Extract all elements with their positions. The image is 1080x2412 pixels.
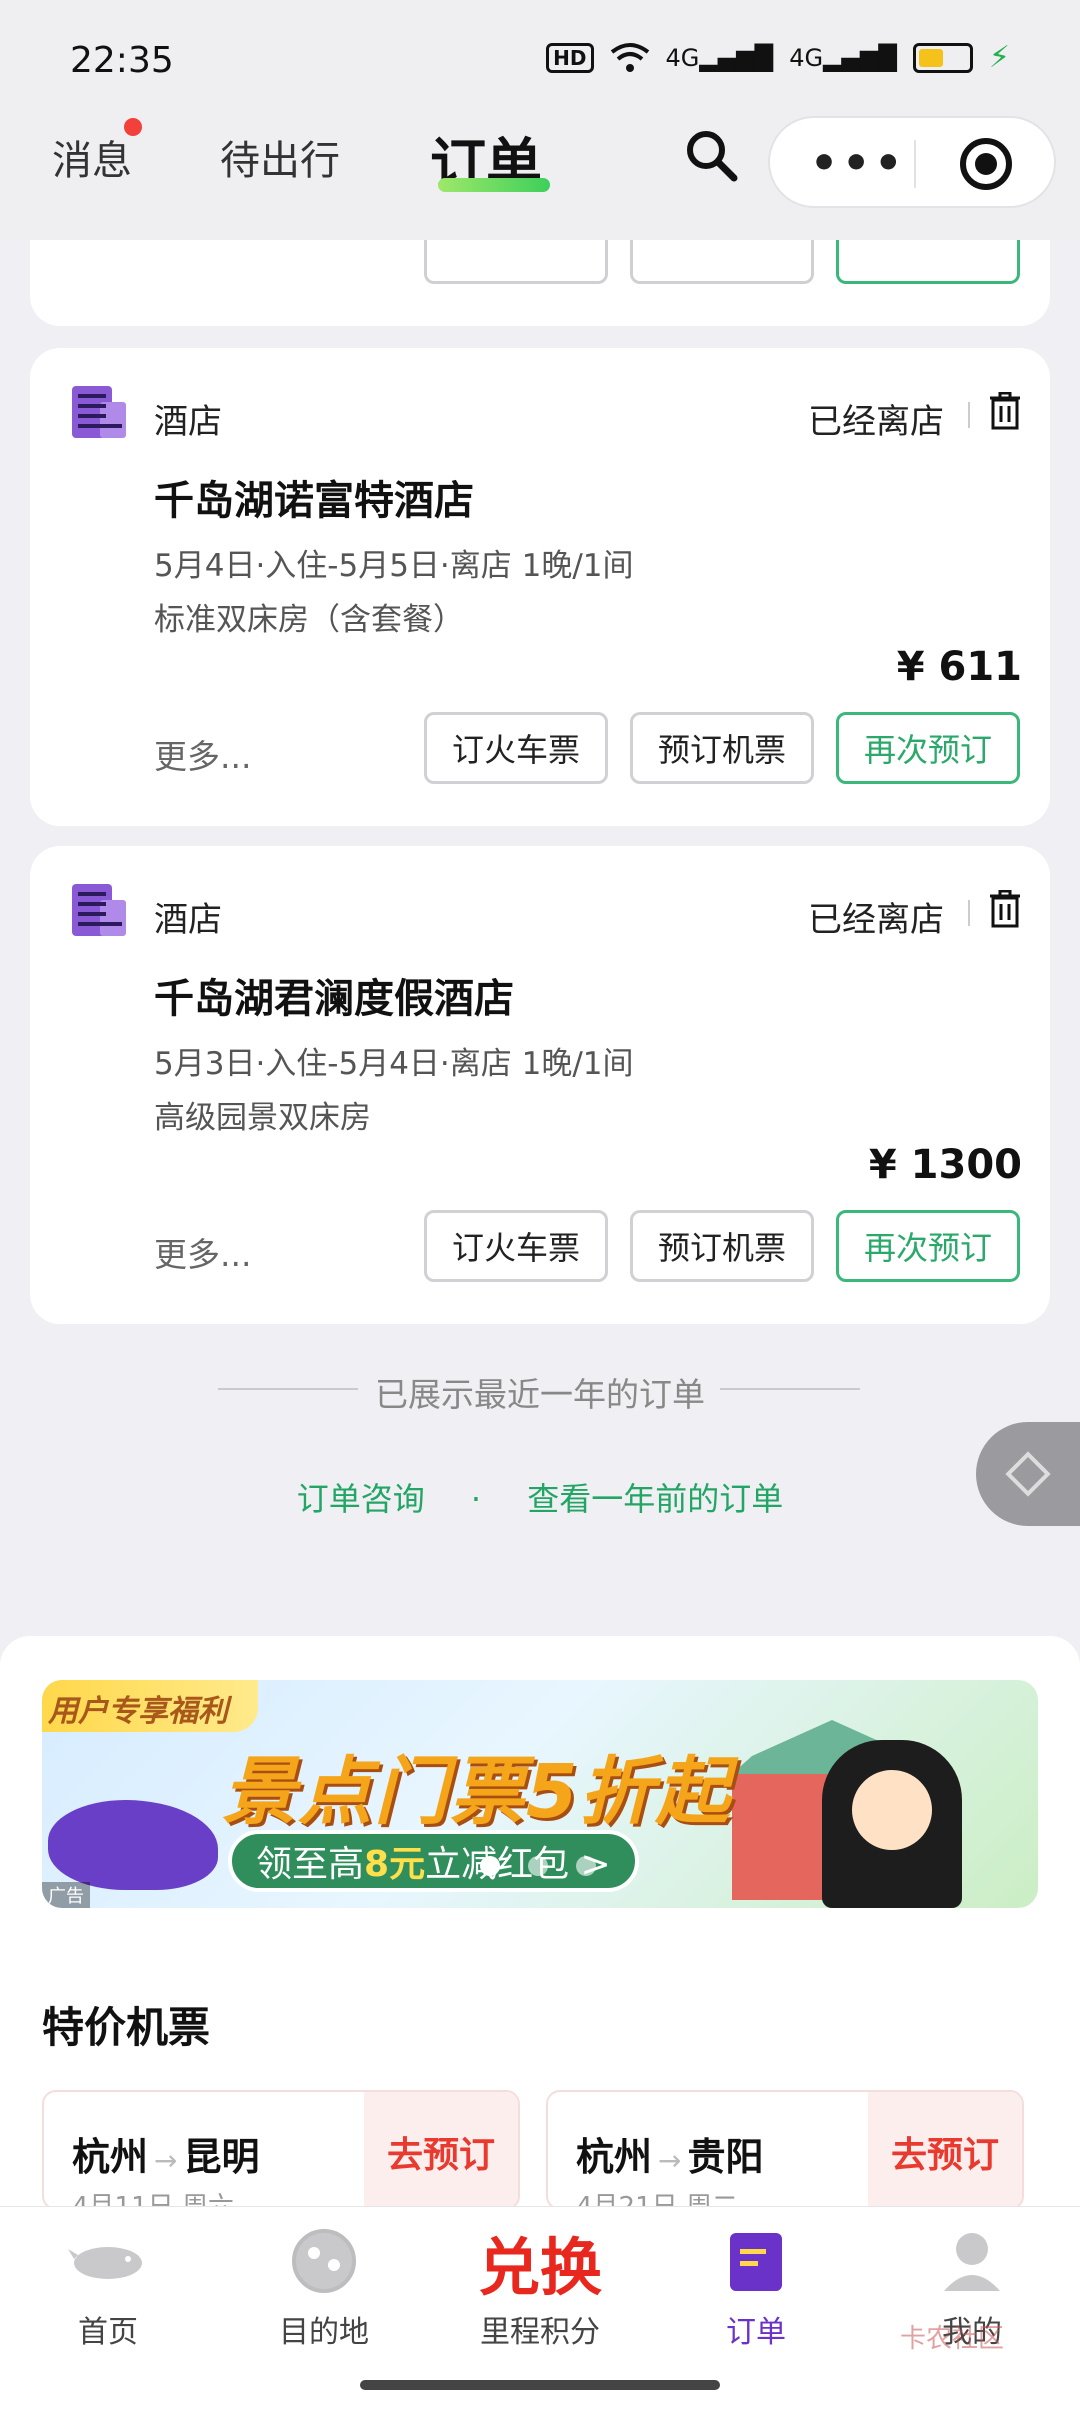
order-type: 酒店 xyxy=(154,402,222,442)
carousel-indicator xyxy=(480,1856,596,1876)
order-type: 酒店 xyxy=(154,900,222,940)
order-price: ¥ 1300 xyxy=(868,1142,1022,1188)
whale-home-icon xyxy=(68,2247,142,2279)
more-options-icon[interactable]: ••• xyxy=(810,138,906,189)
hotel-icon xyxy=(72,386,126,438)
older-orders-link[interactable]: 查看一年前的订单 xyxy=(527,1480,783,1518)
girl-illustration xyxy=(822,1740,962,1908)
room-type: 标准双床房（含套餐） xyxy=(154,602,464,638)
hotel-name[interactable]: 千岛湖君澜度假酒店 xyxy=(154,966,514,1024)
charging-icon: ⚡ xyxy=(988,40,1010,75)
user-icon xyxy=(944,2233,1000,2291)
wifi-icon xyxy=(610,42,649,72)
mini-program-capsule: ••• xyxy=(768,116,1056,208)
banner-tag: 用户专享福利 xyxy=(42,1680,258,1732)
book-deal-button[interactable]: 去预订 xyxy=(364,2092,518,2208)
trash-icon[interactable] xyxy=(988,392,1022,430)
tab-upcoming[interactable]: 待出行 xyxy=(220,128,340,186)
history-notice: 已展示最近一年的订单 xyxy=(375,1375,705,1414)
status-time: 22:35 xyxy=(70,40,174,81)
globe-icon xyxy=(292,2229,356,2293)
battery-icon xyxy=(912,42,973,73)
whale-mascot-icon xyxy=(48,1800,218,1890)
link-separator: · xyxy=(470,1480,482,1518)
order-card: 酒店 已经离店 千岛湖君澜度假酒店 5月3日·入住-5月4日·离店 1晚/1间 … xyxy=(30,846,1050,1324)
room-type: 高级园景双床房 xyxy=(154,1100,371,1136)
trash-icon[interactable] xyxy=(988,890,1022,928)
close-target-icon[interactable] xyxy=(960,138,1012,190)
tabbar-label: 首页 xyxy=(78,2315,138,2350)
status-bar: 22:35 HD 4G▂▄▆█ 4G▂▄▆█ ⚡ xyxy=(0,0,1080,120)
stay-dates: 5月4日·入住-5月5日·离店 1晚/1间 xyxy=(154,548,634,584)
status-icons: HD 4G▂▄▆█ 4G▂▄▆█ ⚡ xyxy=(546,40,1010,75)
tabbar-label: 订单 xyxy=(726,2315,786,2350)
order-consult-link[interactable]: 订单咨询 xyxy=(297,1480,425,1518)
book-deal-button[interactable]: 去预订 xyxy=(868,2092,1022,2208)
section-title: 特价机票 xyxy=(42,2003,211,2052)
order-book-icon xyxy=(730,2233,782,2291)
floating-service-button[interactable] xyxy=(976,1422,1080,1526)
order-card: 酒店 已经离店 千岛湖诺富特酒店 5月4日·入住-5月5日·离店 1晚/1间 标… xyxy=(30,348,1050,826)
more-link[interactable]: 更多... xyxy=(154,730,251,778)
book-flight-button[interactable]: 预订机票 xyxy=(630,712,814,784)
unread-dot xyxy=(124,118,142,136)
signal-2-icon: 4G▂▄▆█ xyxy=(789,43,897,72)
book-train-button[interactable]: 订火车票 xyxy=(424,712,608,784)
tabbar-label: 里程积分 xyxy=(480,2315,600,2350)
home-indicator[interactable] xyxy=(360,2380,720,2390)
flight-route: 杭州 → 贵阳 xyxy=(576,2135,764,2179)
redeem-badge: 兑换 xyxy=(477,2231,602,2304)
ad-label: 广告 xyxy=(42,1882,90,1908)
hotel-name[interactable]: 千岛湖诺富特酒店 xyxy=(154,468,474,526)
tabbar-destination[interactable]: 目的地 xyxy=(216,2207,432,2363)
order-card-partial xyxy=(30,240,1050,326)
order-status: 已经离店 xyxy=(808,900,944,940)
watermark: 卡农社区 xyxy=(900,2324,1005,2354)
order-price: ¥ 611 xyxy=(896,644,1022,690)
tab-messages[interactable]: 消息 xyxy=(52,128,132,186)
book-flight-button[interactable]: 预订机票 xyxy=(630,1210,814,1282)
rebook-button[interactable]: 再次预订 xyxy=(836,712,1020,784)
flight-route: 杭州 → 昆明 xyxy=(72,2135,260,2179)
hotel-icon xyxy=(72,884,126,936)
diamond-icon xyxy=(1005,1451,1051,1497)
stay-dates: 5月3日·入住-5月4日·离店 1晚/1间 xyxy=(154,1046,634,1082)
tabbar-orders[interactable]: 订单 xyxy=(648,2207,864,2363)
tabbar-label: 目的地 xyxy=(279,2315,369,2350)
signal-1-icon: 4G▂▄▆█ xyxy=(665,43,774,72)
flight-deal-card[interactable]: 杭州 → 贵阳 4月21日 周二 去预订 xyxy=(546,2090,1024,2210)
book-train-button[interactable]: 订火车票 xyxy=(424,1210,608,1282)
tabbar-miles[interactable]: 兑换 里程积分 xyxy=(432,2207,648,2363)
flight-deal-card[interactable]: 杭州 → 昆明 4月11日 周六 去预订 xyxy=(42,2090,520,2210)
rebook-button[interactable]: 再次预订 xyxy=(836,1210,1020,1282)
more-link[interactable]: 更多... xyxy=(154,1228,251,1276)
order-status: 已经离店 xyxy=(808,402,944,442)
history-links: 订单咨询 · 查看一年前的订单 xyxy=(0,1474,1080,1520)
search-icon[interactable] xyxy=(684,128,738,182)
hd-icon: HD xyxy=(546,42,594,73)
active-tab-indicator xyxy=(438,178,550,192)
banner-headline: 景点门票5折起 xyxy=(222,1749,732,1835)
tabbar-home[interactable]: 首页 xyxy=(0,2207,216,2363)
